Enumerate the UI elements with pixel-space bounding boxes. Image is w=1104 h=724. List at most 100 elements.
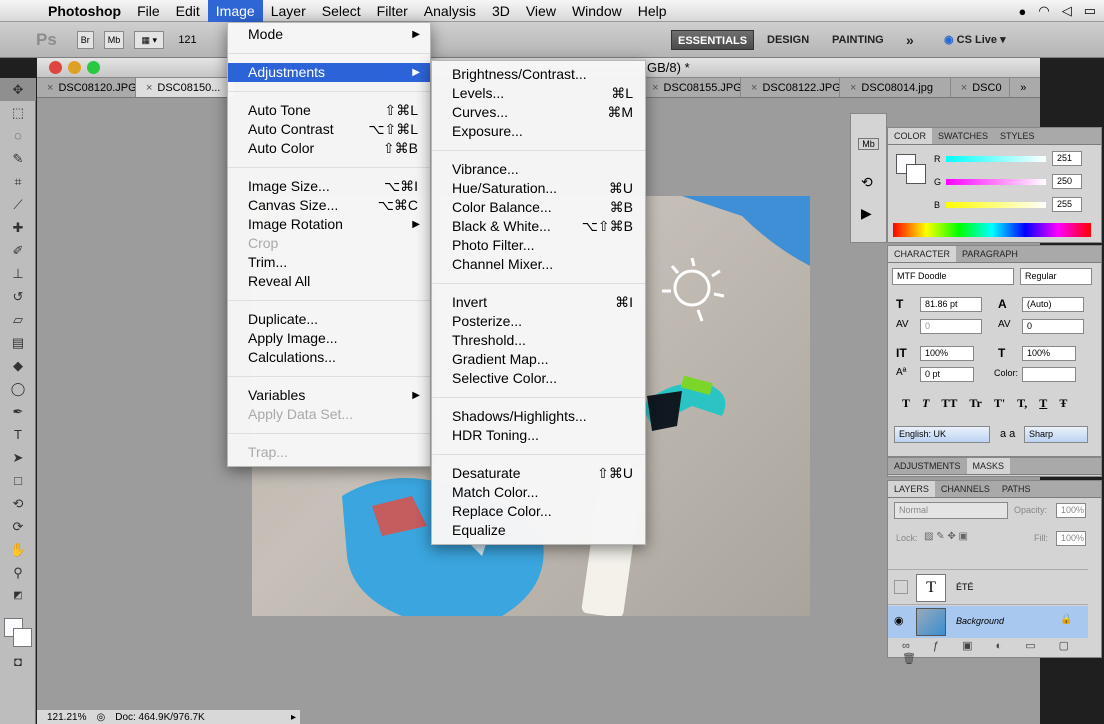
menu-item-match-color[interactable]: Match Color... [432,483,645,502]
dodge-tool-icon[interactable]: ◯ [0,377,36,400]
lasso-tool-icon[interactable]: ◌ [0,124,36,147]
tab-paragraph[interactable]: PARAGRAPH [956,246,1024,262]
menu-item-levels[interactable]: Levels... ⌘L [432,84,645,103]
close-tab-icon[interactable]: × [961,82,967,94]
quick-selection-tool-icon[interactable]: ✎ [0,147,36,170]
volume-icon[interactable]: ◁ [1062,3,1072,19]
menu-item-duplicate[interactable]: Duplicate... [228,310,430,329]
menu-item-replace-color[interactable]: Replace Color... [432,502,645,521]
move-tool-icon[interactable]: ✥ [0,78,36,101]
3d-rotate-tool-icon[interactable]: ⟲ [0,492,36,515]
default-colors-icon[interactable]: ◩ [0,584,36,607]
pen-tool-icon[interactable]: ✒ [0,400,36,423]
close-tab-icon[interactable]: × [850,82,856,94]
actions-panel-icon[interactable]: ▶ [861,205,876,222]
close-tab-icon[interactable]: × [47,82,53,94]
doc-tab[interactable]: × DSC08120.JPG [37,78,136,97]
menu-item-vibrance[interactable]: Vibrance... [432,160,645,179]
channel-r-input[interactable]: 251 [1052,151,1082,166]
doc-tab[interactable]: × DSC08155.JPG [642,78,742,97]
tab-layers[interactable]: LAYERS [888,481,935,497]
clone-stamp-tool-icon[interactable]: ⊥ [0,262,36,285]
minibridge-panel-icon[interactable]: Mb [858,138,879,150]
menu-item-auto-contrast[interactable]: Auto Contrast ⌥⇧⌘L [228,120,430,139]
doc-tab[interactable]: × DSC0 [951,78,1011,97]
menu-item-reveal-all[interactable]: Reveal All [228,272,430,291]
eraser-tool-icon[interactable]: ▱ [0,308,36,331]
status-zoom[interactable]: 121.21% [47,712,86,723]
shape-tool-icon[interactable]: □ [0,469,36,492]
menu-item-trim[interactable]: Trim... [228,253,430,272]
menu-item-canvas-size[interactable]: Canvas Size... ⌥⌘C [228,196,430,215]
history-panel-icon[interactable]: ⟲ [861,174,876,191]
channel-b-input[interactable]: 255 [1052,197,1082,212]
menu-item-shadows-highlights[interactable]: Shadows/Highlights... [432,407,645,426]
status-menu-arrow-icon[interactable]: ▸ [291,712,296,723]
superscript-button[interactable]: T' [994,396,1005,411]
layer-row[interactable]: T ÉTÉ [888,569,1088,605]
channel-g-input[interactable]: 250 [1052,174,1082,189]
bridge-button[interactable]: Br [76,30,94,49]
menu-item-curves[interactable]: Curves... ⌘M [432,103,645,122]
menu-item-auto-tone[interactable]: Auto Tone ⇧⌘L [228,101,430,120]
3d-orbit-tool-icon[interactable]: ⟳ [0,515,36,538]
blur-tool-icon[interactable]: ◆ [0,354,36,377]
crop-tool-icon[interactable]: ⌗ [0,170,36,193]
font-size-input[interactable]: 81.86 pt [920,297,982,312]
hand-tool-icon[interactable]: ✋ [0,538,36,561]
menu-item-posterize[interactable]: Posterize... [432,312,645,331]
menu-item-color-balance[interactable]: Color Balance... ⌘B [432,198,645,217]
quick-mask-icon[interactable]: ◘ [0,650,36,673]
workspace-essentials[interactable]: ESSENTIALS [671,30,755,50]
doc-tab-active[interactable]: × DSC08150... [135,78,235,97]
close-window-button[interactable] [49,61,62,74]
eyedropper-tool-icon[interactable]: ⟋ [0,193,36,216]
menu-edit[interactable]: Edit [168,0,208,22]
wifi-icon[interactable]: ◠ [1038,3,1049,19]
tab-masks[interactable]: MASKS [966,458,1011,474]
kerning-input[interactable]: 0 [920,319,982,334]
menu-layer[interactable]: Layer [263,0,314,22]
menu-help[interactable]: Help [630,0,675,22]
vertical-scale-input[interactable]: 100% [920,346,974,361]
menu-item-variables[interactable]: Variables ▶ [228,386,430,405]
menu-item-auto-color[interactable]: Auto Color ⇧⌘B [228,139,430,158]
layer-visibility-toggle[interactable] [894,580,908,594]
opacity-input[interactable]: 100% [1056,503,1086,518]
menu-select[interactable]: Select [314,0,369,22]
menu-item-black-white[interactable]: Black & White... ⌥⇧⌘B [432,217,645,236]
menu-item-equalize[interactable]: Equalize [432,521,645,540]
faux-bold-button[interactable]: T [902,396,910,411]
menu-item-mode[interactable]: Mode ▶ [228,25,430,44]
minimize-window-button[interactable] [68,61,81,74]
battery-icon[interactable]: ▭ [1084,3,1096,19]
menu-window[interactable]: Window [564,0,630,22]
menu-item-hdr-toning[interactable]: HDR Toning... [432,426,645,445]
tab-color[interactable]: COLOR [888,128,933,144]
menu-image[interactable]: Image [207,0,263,22]
layer-row-selected[interactable]: ◉ Background 🔒 [888,606,1088,638]
font-family-select[interactable]: MTF Doodle [892,268,1014,285]
zoom-level[interactable]: 121 [178,34,196,46]
menu-item-apply-image[interactable]: Apply Image... [228,329,430,348]
layers-footer-buttons[interactable]: ∞ ƒ ▣ ◐ ▭ ▢ 🗑 [902,639,1101,665]
minibridge-button[interactable]: Mb [103,30,125,49]
text-color-swatch[interactable] [1022,367,1076,382]
workspace-more-button[interactable]: » [900,30,920,50]
brush-tool-icon[interactable]: ✐ [0,239,36,262]
antialias-select[interactable]: Sharp [1024,426,1088,443]
tab-swatches[interactable]: SWATCHES [932,128,994,144]
workspace-design[interactable]: DESIGN [761,30,815,50]
menu-item-adjustments[interactable]: Adjustments ▶ [228,63,430,82]
blend-mode-select[interactable]: Normal [894,502,1008,519]
language-select[interactable]: English: UK [894,426,990,443]
all-caps-button[interactable]: TT [941,396,957,411]
background-color-swatch[interactable] [13,628,32,647]
doc-tab[interactable]: × DSC08122.JPG [741,78,840,97]
horizontal-scale-input[interactable]: 100% [1022,346,1076,361]
history-brush-tool-icon[interactable]: ↺ [0,285,36,308]
menu-item-desaturate[interactable]: Desaturate ⇧⌘U [432,464,645,483]
close-tab-icon[interactable]: × [652,82,658,94]
menu-item-photo-filter[interactable]: Photo Filter... [432,236,645,255]
menu-item-invert[interactable]: Invert ⌘I [432,293,645,312]
